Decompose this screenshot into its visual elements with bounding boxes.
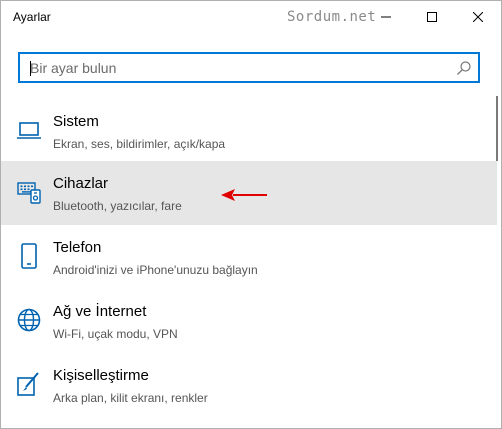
item-description: Ekran, ses, bildirimler, açık/kapa	[53, 137, 226, 151]
settings-item-phone[interactable]: Telefon Android'inizi ve iPhone'unuzu ba…	[1, 225, 497, 289]
maximize-icon	[427, 12, 437, 22]
window-title: Ayarlar	[13, 10, 51, 24]
item-name: Telefon	[53, 239, 102, 256]
item-name: Cihazlar	[53, 175, 109, 192]
minimize-button[interactable]	[363, 1, 409, 33]
settings-item-network[interactable]: Ağ ve İnternet Wi-Fi, uçak modu, VPN	[1, 289, 497, 353]
title-bar[interactable]: Ayarlar Sordum.net	[1, 1, 501, 33]
item-name: Kişiselleştirme	[53, 367, 149, 384]
search-box[interactable]	[18, 52, 480, 83]
settings-window: Ayarlar Sordum.net Bir ayar bulun Sistem…	[0, 0, 502, 429]
item-description: Bluetooth, yazıcılar, fare	[53, 199, 182, 213]
scrollbar-thumb[interactable]	[496, 96, 498, 161]
search-input[interactable]	[30, 58, 450, 78]
personalization-icon	[17, 372, 39, 396]
close-icon	[473, 12, 483, 22]
minimize-icon	[381, 16, 391, 18]
close-button[interactable]	[455, 1, 501, 33]
globe-icon	[17, 308, 41, 332]
item-name: Sistem	[53, 113, 99, 130]
devices-icon	[17, 182, 41, 204]
laptop-icon	[17, 122, 41, 139]
item-description: Android'inizi ve iPhone'unuzu bağlayın	[53, 263, 258, 277]
search-icon[interactable]	[456, 60, 472, 76]
phone-icon	[21, 243, 37, 269]
item-name: Ağ ve İnternet	[53, 303, 147, 320]
item-description: Wi-Fi, uçak modu, VPN	[53, 327, 178, 341]
red-arrow-annotation	[221, 189, 267, 201]
item-description: Arka plan, kilit ekranı, renkler	[53, 391, 208, 405]
settings-item-system[interactable]: Sistem Ekran, ses, bildirimler, açık/kap…	[1, 99, 497, 163]
maximize-button[interactable]	[409, 1, 455, 33]
settings-item-personalization[interactable]: Kişiselleştirme Arka plan, kilit ekranı,…	[1, 353, 497, 417]
